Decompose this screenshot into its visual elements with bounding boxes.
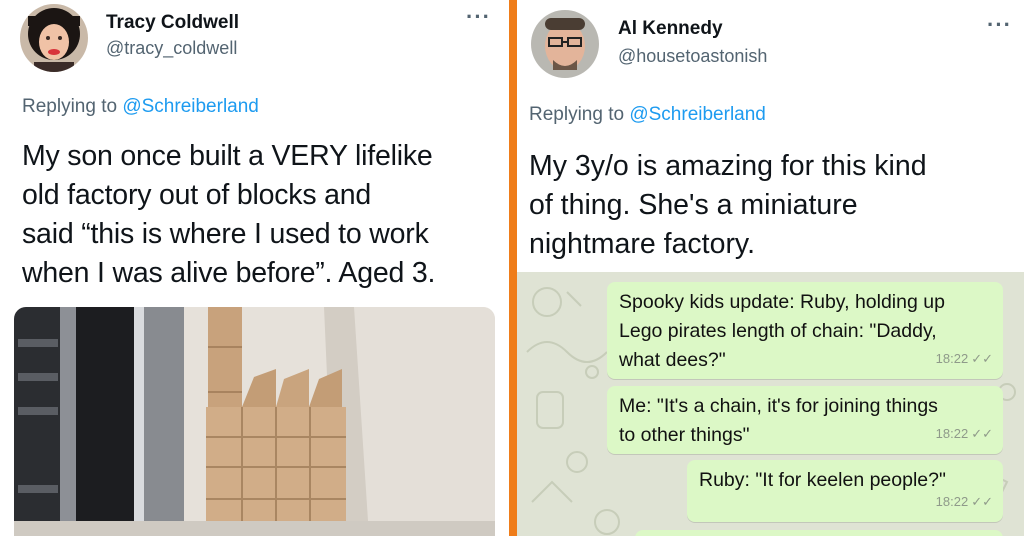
author-handle[interactable]: @housetoastonish — [618, 46, 767, 67]
message-time: 18:22 ✓✓ — [936, 487, 993, 516]
tweet-line: when I was alive before”. Aged 3. — [22, 257, 436, 289]
tweet-photo-blocks-factory[interactable] — [14, 307, 495, 536]
tweet-text: My son once built a VERY lifelike old fa… — [22, 137, 435, 293]
chat-bubble: Ruby: "It for keelen people?" 18:22 ✓✓ — [687, 460, 1003, 522]
right-tweet-card: Al Kennedy @housetoastonish ··· Replying… — [517, 0, 1024, 536]
read-receipt-icon: ✓✓ — [971, 426, 993, 441]
left-tweet-card: Tracy Coldwell @tracy_coldwell ··· Reply… — [0, 0, 509, 536]
chat-bubble-partial — [635, 530, 1003, 536]
tweet-line: My 3y/o is amazing for this kind — [529, 150, 927, 182]
orange-divider — [509, 0, 517, 536]
read-receipt-icon: ✓✓ — [971, 494, 993, 509]
chat-screenshot[interactable]: Spooky kids update: Ruby, holding up Leg… — [517, 272, 1024, 536]
time-text: 18:22 — [935, 351, 969, 366]
time-text: 18:22 — [935, 494, 969, 509]
replying-to: Replying to @Schreiberland — [22, 96, 259, 118]
tweet-line: My son once built a VERY lifelike — [22, 140, 433, 172]
chat-bubble: Spooky kids update: Ruby, holding up Leg… — [607, 282, 1003, 379]
message-time: 18:22 ✓✓ — [936, 344, 993, 373]
al-avatar[interactable] — [531, 10, 599, 78]
replying-prefix: Replying to — [529, 104, 625, 125]
replying-to-link[interactable]: @Schreiberland — [629, 104, 766, 125]
tweet-text: My 3y/o is amazing for this kind of thin… — [529, 147, 927, 264]
tweet-line: nightmare factory. — [529, 228, 755, 260]
replying-prefix: Replying to — [22, 96, 118, 117]
replying-to-link[interactable]: @Schreiberland — [122, 96, 259, 117]
author-name[interactable]: Al Kennedy — [618, 18, 723, 40]
tweet-line: old factory out of blocks and — [22, 179, 372, 211]
more-options-icon[interactable]: ··· — [987, 12, 1012, 38]
more-options-icon[interactable]: ··· — [466, 4, 491, 30]
tweet-line: said “this is where I used to work — [22, 218, 429, 250]
time-text: 18:22 — [935, 426, 969, 441]
tracy-avatar[interactable] — [20, 4, 88, 72]
tweet-line: of thing. She's a miniature — [529, 189, 858, 221]
read-receipt-icon: ✓✓ — [971, 351, 993, 366]
message-time: 18:22 ✓✓ — [936, 419, 993, 448]
author-name[interactable]: Tracy Coldwell — [106, 12, 239, 34]
author-handle[interactable]: @tracy_coldwell — [106, 38, 237, 59]
replying-to: Replying to @Schreiberland — [529, 104, 766, 126]
chat-bubble: Me: "It's a chain, it's for joining thin… — [607, 386, 1003, 454]
